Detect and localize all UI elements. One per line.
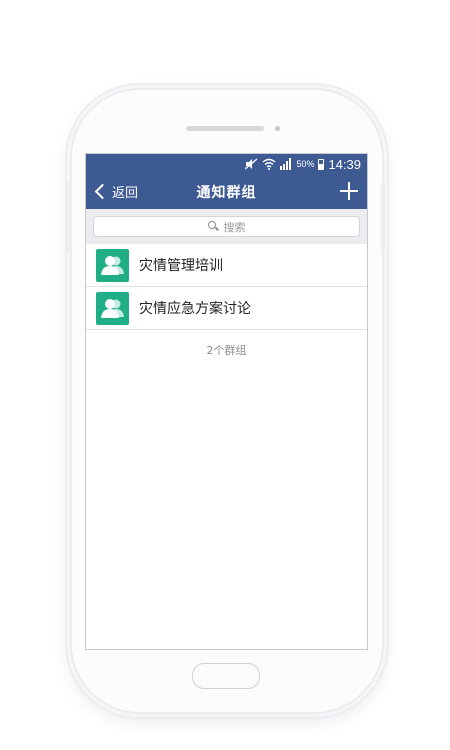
page: 50% 14:39 返回 通知群组 搜索 灾情管理培训 灾情应急方案讨论 2个群… (0, 0, 450, 750)
status-icons: 50% 14:39 (245, 156, 361, 172)
status-bar: 50% 14:39 (86, 154, 367, 174)
group-count: 2个群组 (206, 344, 247, 357)
plus-icon[interactable] (339, 181, 359, 201)
signal-icon (280, 158, 292, 170)
phone-camera (275, 126, 280, 131)
list-item[interactable]: 灾情管理培训 (86, 244, 367, 287)
search-area: 搜索 (86, 209, 367, 244)
search-input[interactable]: 搜索 (93, 216, 360, 237)
phone-screen: 50% 14:39 返回 通知群组 搜索 灾情管理培训 灾情应急方案讨论 2个群… (85, 153, 368, 650)
search-placeholder: 搜索 (223, 220, 246, 234)
group-avatar-icon (96, 248, 129, 282)
group-name: 灾情管理培训 (139, 258, 223, 274)
status-time: 14:39 (328, 156, 361, 172)
page-title: 通知群组 (196, 185, 257, 201)
battery-percent: 50% (296, 159, 315, 169)
group-avatar-icon (96, 291, 129, 325)
search-icon (207, 221, 219, 232)
battery-icon (318, 158, 325, 170)
phone-side-button-right (381, 182, 385, 252)
home-button[interactable] (192, 663, 260, 689)
list-item[interactable]: 灾情应急方案讨论 (86, 287, 367, 330)
nav-bar: 返回 通知群组 (86, 174, 367, 209)
wifi-icon (262, 158, 276, 170)
phone-side-button-left (66, 182, 70, 252)
phone-speaker (186, 126, 264, 131)
group-list: 灾情管理培训 灾情应急方案讨论 (86, 244, 367, 330)
group-name: 灾情应急方案讨论 (139, 301, 251, 317)
mute-icon (245, 158, 258, 170)
